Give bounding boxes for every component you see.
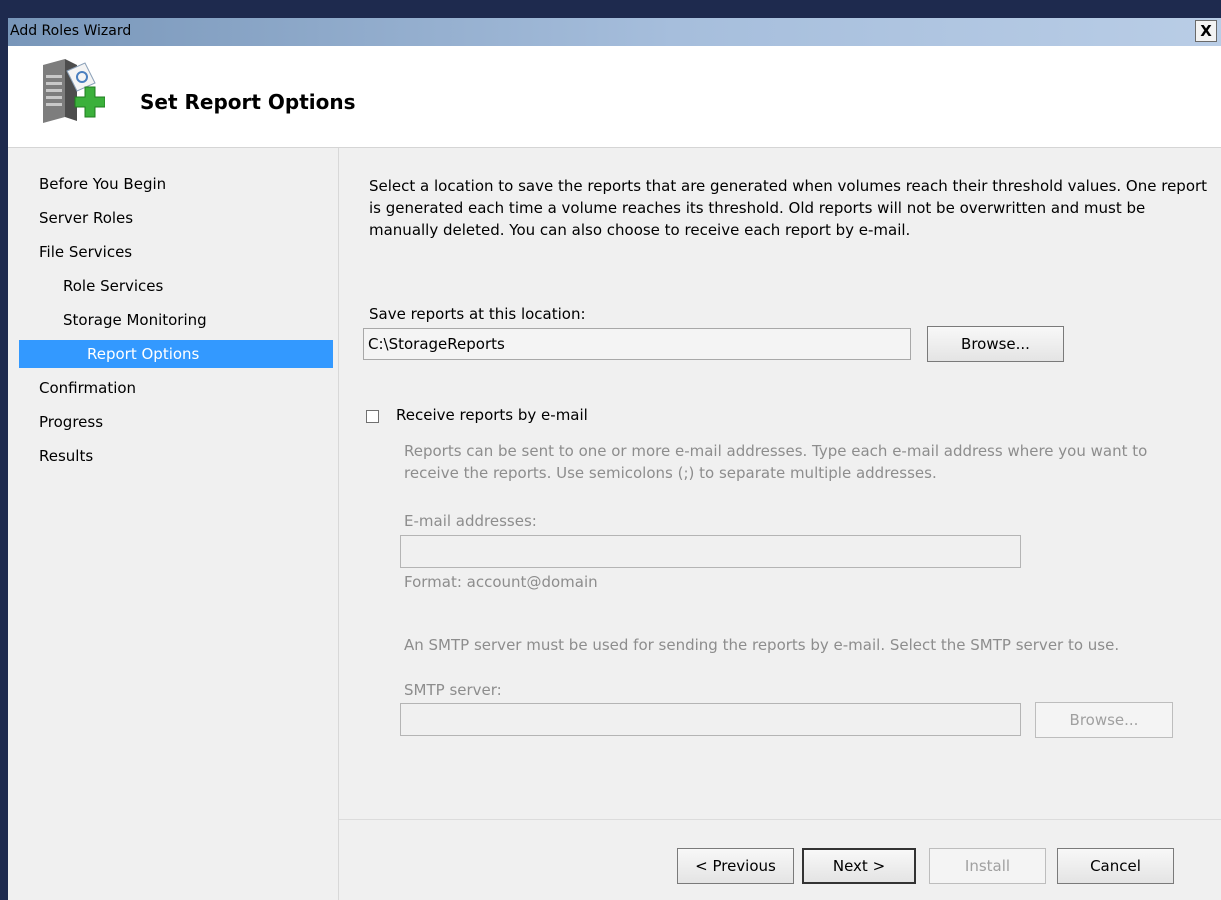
intro-text: Select a location to save the reports th… (369, 177, 1208, 239)
save-location-input[interactable] (363, 328, 911, 360)
previous-button[interactable]: < Previous (677, 848, 794, 884)
nav-item-report-options[interactable]: Report Options (19, 340, 333, 368)
nav-item-before-you-begin[interactable]: Before You Begin (39, 170, 319, 198)
email-checkbox-label[interactable]: Receive reports by e-mail (396, 406, 588, 424)
wizard-steps-nav: Before You Begin Server Roles File Servi… (8, 148, 338, 900)
wizard-content: Select a location to save the reports th… (338, 148, 1221, 900)
smtp-browse-button[interactable]: Browse... (1035, 702, 1173, 738)
email-checkbox[interactable] (366, 410, 379, 423)
title-bar: Add Roles Wizard X (8, 18, 1221, 46)
footer-divider (339, 819, 1221, 820)
smtp-description: An SMTP server must be used for sending … (404, 636, 1120, 654)
wizard-header: Set Report Options (8, 46, 1221, 148)
email-description: Reports can be sent to one or more e-mai… (404, 442, 1148, 482)
window-title: Add Roles Wizard (10, 23, 132, 39)
smtp-server-label: SMTP server: (404, 681, 502, 699)
browse-button[interactable]: Browse... (927, 326, 1064, 362)
nav-item-storage-monitoring[interactable]: Storage Monitoring (63, 306, 319, 334)
cancel-button[interactable]: Cancel (1057, 848, 1174, 884)
server-add-icon (35, 57, 106, 131)
email-addresses-label: E-mail addresses: (404, 512, 537, 530)
nav-item-progress[interactable]: Progress (39, 408, 319, 436)
nav-item-role-services[interactable]: Role Services (63, 272, 319, 300)
install-button[interactable]: Install (929, 848, 1046, 884)
email-format-hint: Format: account@domain (404, 573, 598, 591)
close-button[interactable]: X (1195, 20, 1217, 42)
close-icon: X (1200, 21, 1212, 40)
nav-item-file-services[interactable]: File Services (39, 238, 319, 266)
smtp-server-input[interactable] (400, 703, 1021, 736)
email-addresses-input[interactable] (400, 535, 1021, 568)
page-title: Set Report Options (140, 90, 356, 114)
nav-item-confirmation[interactable]: Confirmation (39, 374, 319, 402)
nav-item-results[interactable]: Results (39, 442, 319, 470)
next-button[interactable]: Next > (802, 848, 916, 884)
save-location-label: Save reports at this location: (369, 305, 586, 323)
wizard-window: Add Roles Wizard X Set Report Options Be… (8, 18, 1221, 900)
nav-item-server-roles[interactable]: Server Roles (39, 204, 319, 232)
